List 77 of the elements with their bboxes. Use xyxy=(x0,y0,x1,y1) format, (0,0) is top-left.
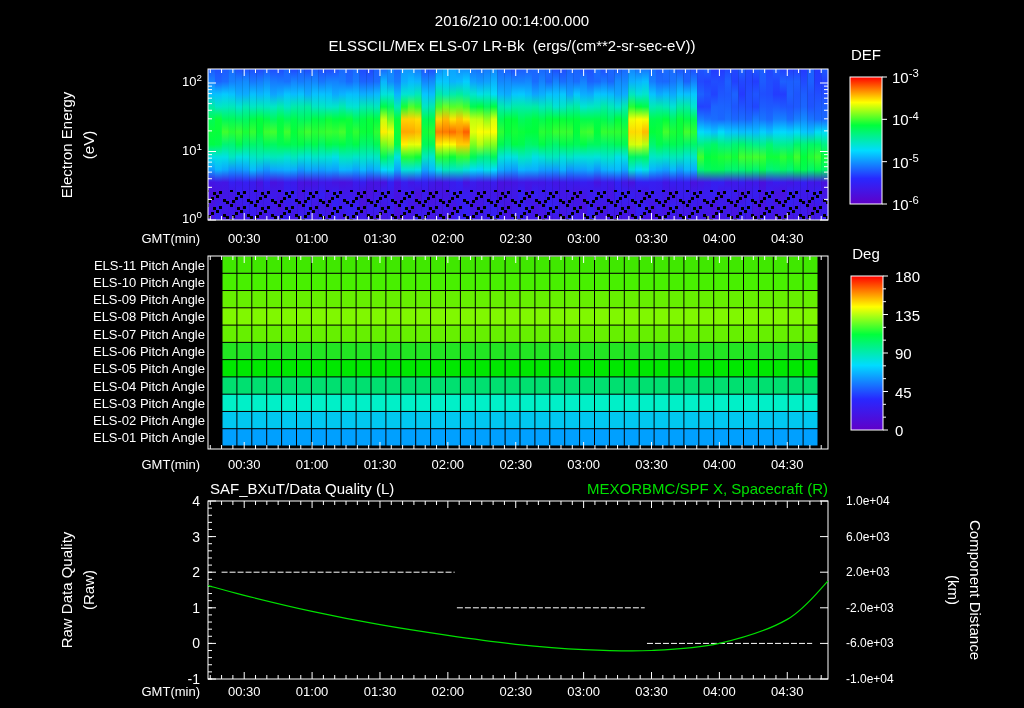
scale-tick-label: 135 xyxy=(895,307,921,322)
axis-title: Component Distance xyxy=(967,519,983,661)
time-tick-label: 01:00 xyxy=(295,684,329,698)
axis-title: Electron Energy xyxy=(58,91,74,199)
axis-title: GMT(min) xyxy=(141,457,200,471)
time-tick-label: 01:30 xyxy=(363,231,397,245)
time-tick-label: 04:00 xyxy=(703,457,736,471)
time-tick-label: 04:00 xyxy=(703,231,736,245)
distance-tick-label: 1.0e+04 xyxy=(846,495,890,507)
energy-tick-label: 10$^{1}$ xyxy=(182,143,202,156)
time-tick-label: 03:00 xyxy=(567,684,600,698)
value-tick-label: 3 xyxy=(192,529,200,544)
scale-tick-label: 10$^{-4}$ xyxy=(892,111,919,127)
channel-label: ELS-08 Pitch Angle xyxy=(92,309,205,323)
channel-label: ELS-09 Pitch Angle xyxy=(92,292,205,306)
color-scale-title: DEF xyxy=(851,46,881,62)
channel-label: ELS-05 Pitch Angle xyxy=(92,361,205,375)
chart-title: SAF_BXuT/Data Quality (L) xyxy=(210,480,395,496)
scale-tick-label: 180 xyxy=(895,268,921,284)
value-tick-label: 4 xyxy=(192,494,200,508)
distance-tick-label: -6.0e+03 xyxy=(846,637,894,650)
time-tick-label: 01:00 xyxy=(295,231,329,245)
distance-tick-label: -1.0e+04 xyxy=(846,673,894,685)
time-tick-label: 02:00 xyxy=(431,684,465,698)
scale-tick-label: 45 xyxy=(895,384,912,399)
channel-label: ELS-06 Pitch Angle xyxy=(92,344,205,358)
time-tick-label: 02:00 xyxy=(431,231,465,245)
distance-tick-label: 2.0e+03 xyxy=(846,566,890,579)
channel-label: ELS-04 Pitch Angle xyxy=(92,379,205,393)
time-tick-label: 02:00 xyxy=(431,457,465,471)
channel-label: ELS-02 Pitch Angle xyxy=(92,413,205,427)
time-tick-label: 03:30 xyxy=(635,231,668,245)
channel-label: ELS-10 Pitch Angle xyxy=(92,275,205,289)
distance-tick-label: -2.0e+03 xyxy=(846,601,894,614)
time-tick-label: 00:30 xyxy=(227,684,261,698)
scale-tick-label: 90 xyxy=(895,345,912,361)
time-tick-label: 02:30 xyxy=(499,231,532,245)
scale-tick-label: 10$^{-3}$ xyxy=(892,69,919,85)
axis-title: (eV) xyxy=(80,130,96,160)
time-tick-label: 04:30 xyxy=(771,457,804,471)
channel-label: ELS-01 Pitch Angle xyxy=(92,430,205,444)
time-tick-label: 00:30 xyxy=(227,457,261,471)
time-tick-label: 02:30 xyxy=(499,457,532,471)
time-tick-label: 03:00 xyxy=(567,231,600,245)
scale-tick-label: 0 xyxy=(895,422,904,438)
time-tick-label: 03:30 xyxy=(635,684,668,698)
axis-title: (km) xyxy=(945,575,961,605)
time-tick-label: 03:00 xyxy=(567,457,600,471)
axis-title: (Raw) xyxy=(80,570,96,610)
time-tick-label: 01:00 xyxy=(295,457,329,471)
time-tick-label: 04:00 xyxy=(703,684,736,698)
plot-title: ELSSCIL/MEx ELS-07 LR-Bk (ergs/(cm**2-sr-sec-eV)) xyxy=(328,37,696,53)
time-tick-label: 04:30 xyxy=(771,684,804,698)
time-tick-label: 03:30 xyxy=(635,457,668,471)
plot-timestamp: 2016/210 00:14:00.000 xyxy=(434,12,590,28)
scale-tick-label: 10$^{-6}$ xyxy=(892,196,919,212)
energy-tick-label: 10$^{2}$ xyxy=(182,74,202,88)
time-tick-label: 01:30 xyxy=(363,457,397,471)
time-tick-label: 04:30 xyxy=(771,231,804,245)
energy-tick-label: 10$^{0}$ xyxy=(182,211,202,225)
value-tick-label: 2 xyxy=(192,565,200,580)
channel-label: ELS-03 Pitch Angle xyxy=(92,396,205,410)
time-tick-label: 02:30 xyxy=(499,684,532,698)
scale-tick-label: 10$^{-5}$ xyxy=(892,154,919,170)
distance-tick-label: 6.0e+03 xyxy=(846,530,890,543)
channel-label: ELS-07 Pitch Angle xyxy=(92,327,205,341)
axis-title: GMT(min) xyxy=(141,231,200,245)
value-tick-label: 0 xyxy=(192,636,200,651)
chart-title: MEXORBMC/SPF X, Spacecraft (R) xyxy=(587,480,828,496)
axis-title: Raw Data Quality xyxy=(58,531,74,649)
time-tick-label: 00:30 xyxy=(227,231,261,245)
value-tick-label: 1 xyxy=(192,600,200,615)
axis-title: GMT(min) xyxy=(141,684,200,698)
time-tick-label: 01:30 xyxy=(363,684,397,698)
channel-label: ELS-11 Pitch Angle xyxy=(93,258,205,272)
value-tick-label: -1 xyxy=(187,672,200,686)
color-scale-title: Deg xyxy=(852,245,880,261)
